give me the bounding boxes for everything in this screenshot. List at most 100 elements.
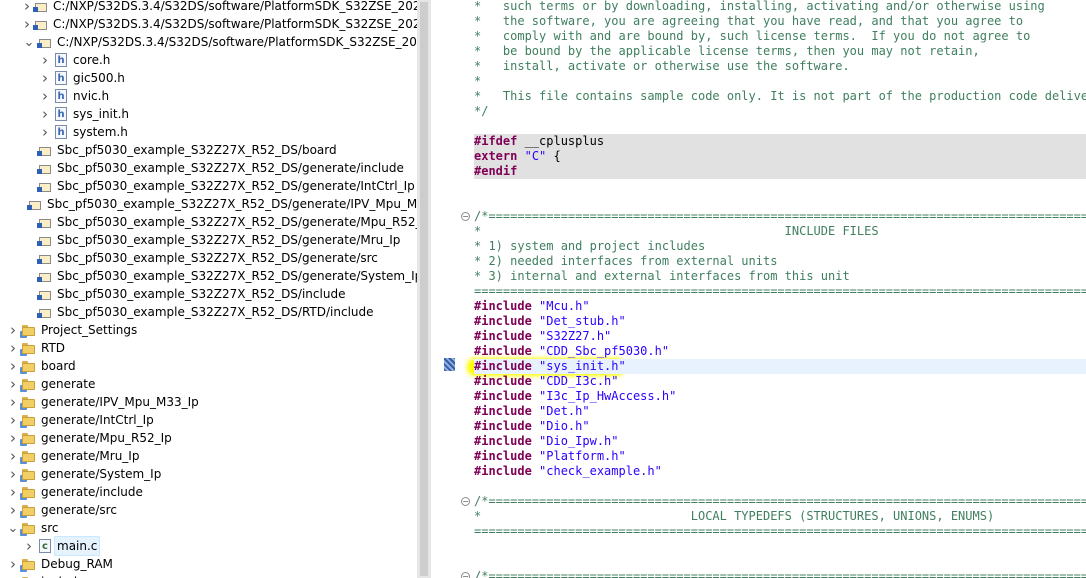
code-line[interactable]: * This file contains sample code only. I… (474, 89, 1086, 104)
code-line[interactable] (474, 539, 1086, 554)
tree-item[interactable]: Sbc_pf5030_example_S32Z27X_R52_DS/genera… (0, 177, 417, 195)
tree-item[interactable]: › Project_Settings (0, 321, 417, 339)
code-line[interactable]: #ifdef __cplusplus (474, 134, 1086, 149)
code-line[interactable]: #include "Det_stub.h" (474, 314, 1086, 329)
fold-toggle-icon[interactable]: − (461, 572, 470, 578)
tree-item[interactable]: › h core.h (0, 51, 417, 69)
tree-item[interactable]: › include (0, 573, 417, 578)
tree-item[interactable]: › h system.h (0, 123, 417, 141)
tree-item[interactable]: › generate (0, 375, 417, 393)
pane-splitter[interactable] (417, 0, 431, 578)
tree-item[interactable]: Sbc_pf5030_example_S32Z27X_R52_DS/genera… (0, 231, 417, 249)
tree-item[interactable]: Sbc_pf5030_example_S32Z27X_R52_DS/genera… (0, 267, 417, 285)
code-line[interactable] (474, 119, 1086, 134)
chevron-right-icon[interactable]: › (40, 87, 50, 105)
code-line[interactable]: * 3) internal and external interfaces fr… (474, 269, 1086, 284)
chevron-down-icon[interactable]: ⌄ (8, 520, 19, 536)
code-line[interactable]: * LOCAL TYPEDEFS (STRUCTURES, UNIONS, EN… (474, 509, 1086, 524)
code-line[interactable]: #endif (474, 164, 1086, 179)
fold-toggle-icon[interactable]: − (461, 212, 470, 221)
code-line[interactable] (474, 479, 1086, 494)
chevron-right-icon[interactable]: › (24, 537, 34, 555)
code-line[interactable]: #include "S32Z27.h" (474, 329, 1086, 344)
tree-item[interactable]: Sbc_pf5030_example_S32Z27X_R52_DS/includ… (0, 285, 417, 303)
chevron-right-icon[interactable]: › (40, 69, 50, 87)
code-line[interactable]: #include "CDD_Sbc_pf5030.h" (474, 344, 1086, 359)
chevron-right-icon[interactable]: › (8, 411, 18, 429)
code-line[interactable]: * the software, you are agreeing that yo… (474, 14, 1086, 29)
code-line[interactable]: * INCLUDE FILES (474, 224, 1086, 239)
chevron-right-icon[interactable]: › (8, 501, 18, 519)
code-line[interactable]: #include "CDD_I3c.h" (474, 374, 1086, 389)
code-line[interactable]: * comply with and are bound by, such lic… (474, 29, 1086, 44)
tree-item[interactable]: › C:/NXP/S32DS.3.4/S32DS/software/Platfor… (0, 15, 417, 33)
tree-item[interactable]: › h nvic.h (0, 87, 417, 105)
tree-item[interactable]: › c main.c (0, 536, 417, 556)
tree-item[interactable]: Sbc_pf5030_example_S32Z27X_R52_DS/RTD/in… (0, 303, 417, 321)
code-line[interactable]: /*======================================… (474, 209, 1086, 224)
code-line[interactable]: */ (474, 104, 1086, 119)
code-line[interactable]: * be bound by the applicable license ter… (474, 44, 1086, 59)
tree-item[interactable]: › generate/src (0, 501, 417, 519)
tree-item[interactable]: › RTD (0, 339, 417, 357)
code-line[interactable]: ========================================… (474, 524, 1086, 539)
tree-item[interactable]: Sbc_pf5030_example_S32Z27X_R52_DS/genera… (0, 195, 417, 213)
code-line[interactable]: /*======================================… (474, 569, 1086, 578)
chevron-right-icon[interactable]: › (8, 483, 18, 501)
tree-item[interactable]: › generate/IPV_Mpu_M33_Ip (0, 393, 417, 411)
chevron-right-icon[interactable]: › (8, 573, 18, 578)
chevron-right-icon[interactable]: › (40, 123, 50, 141)
tree-item[interactable]: › generate/IntCtrl_Ip (0, 411, 417, 429)
code-line[interactable] (474, 554, 1086, 569)
chevron-right-icon[interactable]: › (8, 393, 18, 411)
tree-item[interactable]: Sbc_pf5030_example_S32Z27X_R52_DS/genera… (0, 249, 417, 267)
chevron-right-icon[interactable]: › (8, 465, 18, 483)
tree-item[interactable]: › generate/System_Ip (0, 465, 417, 483)
code-line[interactable] (474, 179, 1086, 194)
code-line[interactable]: #include "Det.h" (474, 404, 1086, 419)
code-line[interactable]: * (474, 74, 1086, 89)
tree-item[interactable]: › C:/NXP/S32DS.3.4/S32DS/software/Platfor… (0, 0, 417, 15)
code-line[interactable]: #include "I3c_Ip_HwAccess.h" (474, 389, 1086, 404)
code-line[interactable]: #include "Dio.h" (474, 419, 1086, 434)
chevron-right-icon[interactable]: › (8, 429, 18, 447)
tree-item[interactable]: › generate/include (0, 483, 417, 501)
tree-item[interactable]: › Debug_RAM (0, 555, 417, 573)
code-line[interactable]: #include "Dio_Ipw.h" (474, 434, 1086, 449)
code-line[interactable]: #include "Mcu.h" (474, 299, 1086, 314)
chevron-right-icon[interactable]: › (8, 339, 18, 357)
code-line[interactable]: * install, activate or otherwise use the… (474, 59, 1086, 74)
code-line[interactable]: #include "Platform.h" (474, 449, 1086, 464)
occurrence-marker-icon[interactable] (444, 358, 455, 371)
tree-item[interactable]: ⌄ C:/NXP/S32DS.3.4/S32DS/software/Platfor… (0, 33, 417, 51)
tree-item[interactable]: › h sys_init.h (0, 105, 417, 123)
code-line[interactable]: extern "C" { (474, 149, 1086, 164)
tree-item[interactable]: Sbc_pf5030_example_S32Z27X_R52_DS/genera… (0, 159, 417, 177)
current-code-line[interactable]: #include "sys_init.h" (474, 359, 1086, 374)
code-line[interactable]: ========================================… (474, 284, 1086, 299)
chevron-right-icon[interactable]: › (24, 15, 30, 33)
code-line[interactable] (474, 194, 1086, 209)
tree-item[interactable]: ⌄ src (0, 519, 417, 537)
chevron-right-icon[interactable]: › (8, 555, 18, 573)
tree-scrollbar-thumb[interactable] (420, 2, 428, 576)
code-editor[interactable]: − − − * such terms or by downloading, inst… (431, 0, 1086, 578)
tree-item[interactable]: › h gic500.h (0, 69, 417, 87)
code-line[interactable]: #include "check_example.h" (474, 464, 1086, 479)
code-line[interactable]: * 2) needed interfaces from external uni… (474, 254, 1086, 269)
chevron-right-icon[interactable]: › (40, 51, 50, 69)
tree-item[interactable]: › generate/Mpu_R52_Ip (0, 429, 417, 447)
chevron-down-icon[interactable]: ⌄ (24, 34, 35, 50)
code-line[interactable]: * 1) system and project includes (474, 239, 1086, 254)
tree-item[interactable]: Sbc_pf5030_example_S32Z27X_R52_DS/board (0, 141, 417, 159)
code-line[interactable]: * such terms or by downloading, installi… (474, 0, 1086, 14)
chevron-right-icon[interactable]: › (24, 0, 30, 15)
chevron-right-icon[interactable]: › (8, 447, 18, 465)
tree-item[interactable]: › board (0, 357, 417, 375)
chevron-right-icon[interactable]: › (8, 321, 18, 339)
chevron-right-icon[interactable]: › (8, 375, 18, 393)
fold-toggle-icon[interactable]: − (461, 497, 470, 506)
tree-item[interactable]: › generate/Mru_Ip (0, 447, 417, 465)
chevron-right-icon[interactable]: › (8, 357, 18, 375)
code-line[interactable]: /*======================================… (474, 494, 1086, 509)
